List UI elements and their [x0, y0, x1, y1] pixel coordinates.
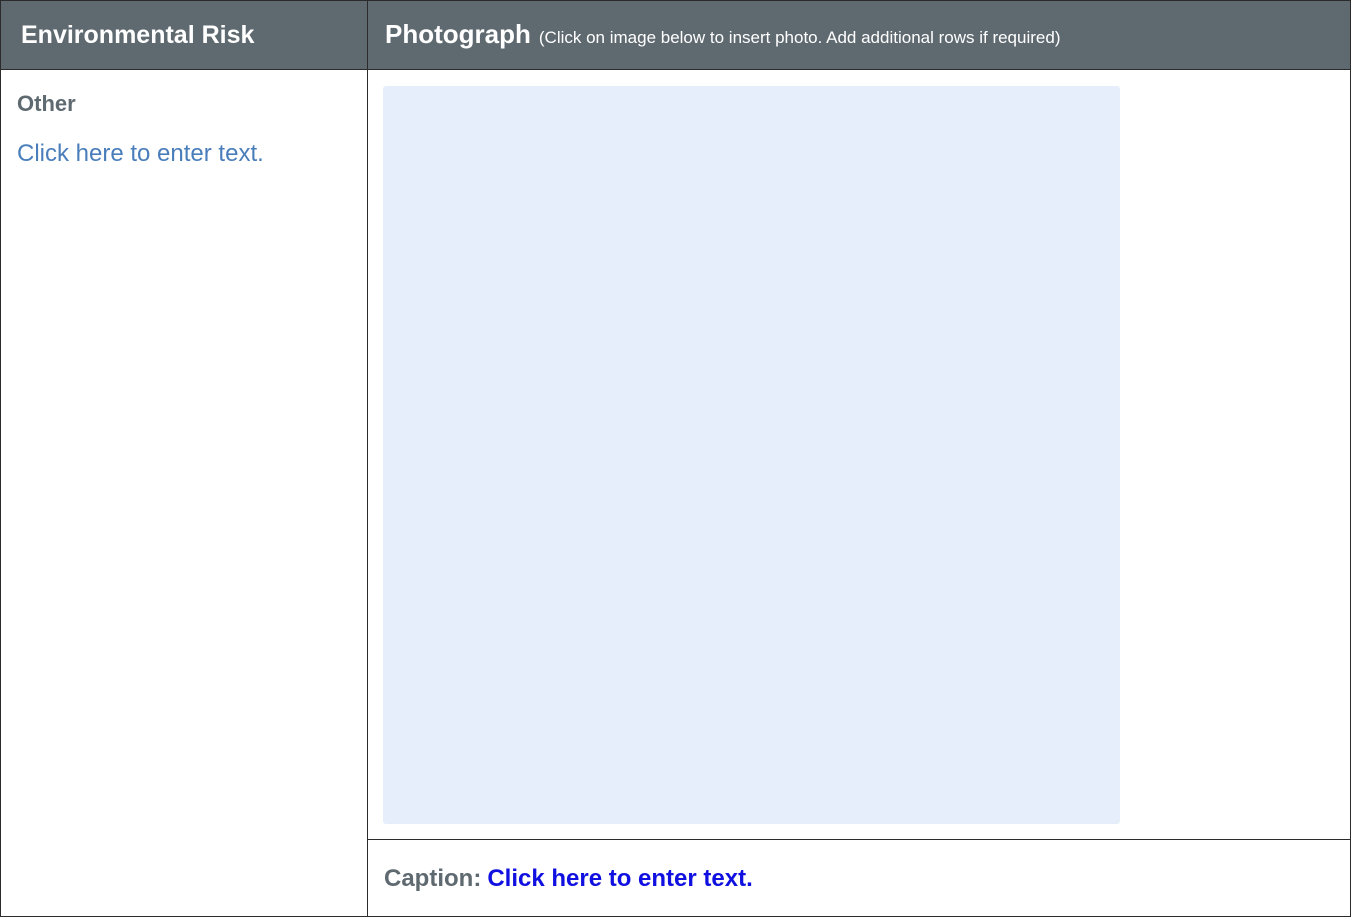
risk-description-field[interactable]: Click here to enter text. [17, 140, 264, 168]
header-photograph-instructions: (Click on image below to insert photo. A… [538, 28, 1061, 47]
header-cell-photograph: Photograph (Click on image below to inser… [385, 19, 1060, 50]
risk-category-label: Other [17, 91, 76, 116]
risk-cell: Other Click here to enter text. [1, 70, 368, 916]
header-photograph-label: Photograph [385, 19, 531, 49]
header-environmental-risk-label: Environmental Risk [21, 21, 255, 49]
table-header-row: Environmental Risk Photograph (Click on i… [1, 1, 1350, 70]
caption-text-field[interactable]: Click here to enter text. [487, 865, 752, 892]
caption-label: Caption: [384, 865, 482, 892]
environmental-risk-table: Environmental Risk Photograph (Click on i… [0, 0, 1351, 917]
caption-line: Caption: Click here to enter text. [384, 865, 753, 893]
caption-cell: Caption: Click here to enter text. [368, 839, 1350, 916]
photo-insert-placeholder[interactable] [383, 86, 1120, 824]
header-cell-environmental-risk: Environmental Risk [1, 1, 368, 69]
